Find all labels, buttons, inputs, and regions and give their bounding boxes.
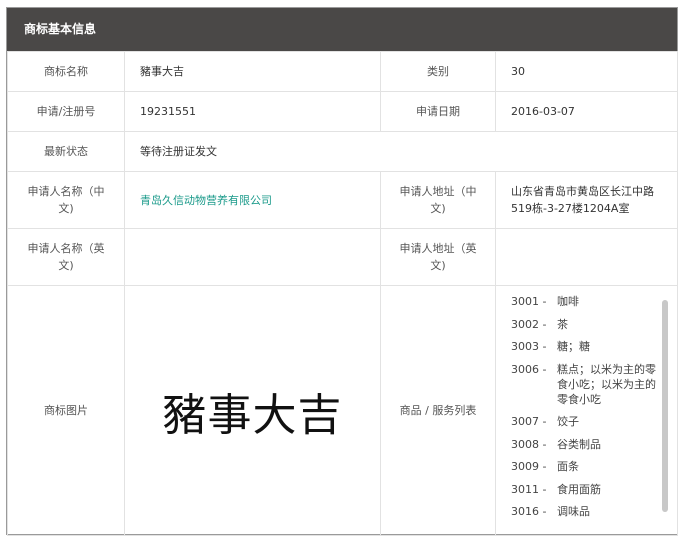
- list-item: 3002 - 茶: [511, 317, 657, 332]
- table-row: 商标名称 豬事大吉 类别 30: [7, 51, 678, 92]
- address-en-label-line2: 文): [430, 259, 446, 272]
- applicant-cn-label: 申请人名称（中 文): [7, 171, 125, 229]
- panel-title: 商标基本信息: [7, 8, 677, 51]
- address-en-value: [495, 228, 678, 286]
- status-value: 等待注册证发文: [124, 131, 678, 172]
- trademark-name-label: 商标名称: [7, 51, 125, 92]
- goods-code: 3008 -: [511, 437, 547, 451]
- trademark-info-table: 商标名称 豬事大吉 类别 30 申请/注册号 19231551 申请日期 201…: [7, 51, 678, 536]
- app-date-value: 2016-03-07: [495, 91, 678, 132]
- goods-name: 谷类制品: [557, 437, 601, 451]
- address-cn-value-line1: 山东省青岛市黄岛区长江中路: [511, 185, 654, 198]
- reg-no-value: 19231551: [124, 91, 381, 132]
- list-item: 3011 - 食用面筋: [511, 482, 657, 497]
- goods-code: 3001 -: [511, 295, 547, 308]
- trademark-image: 豬事大吉: [124, 285, 381, 536]
- list-item: 3003 - 糖；糖: [511, 339, 657, 354]
- list-item: 3001 - 咖啡: [511, 294, 657, 309]
- goods-code: 3009 -: [511, 460, 547, 473]
- scrollbar-thumb[interactable]: [662, 300, 668, 512]
- reg-no-label: 申请/注册号: [7, 91, 125, 132]
- applicant-en-label-line1: 申请人名称（英: [27, 242, 105, 255]
- goods-name: 咖啡: [557, 295, 579, 308]
- address-cn-label-line1: 申请人地址（中: [399, 185, 477, 198]
- applicant-cn-label-line2: 文): [58, 202, 74, 215]
- category-label: 类别: [380, 51, 496, 92]
- trademark-name-value: 豬事大吉: [124, 51, 381, 92]
- address-en-label-line1: 申请人地址（英: [399, 242, 477, 255]
- list-item: 3008 - 谷类制品: [511, 437, 657, 452]
- applicant-en-label-line2: 文): [58, 259, 74, 272]
- address-cn-value-line2: 519栋-3-27楼1204A室: [511, 202, 630, 215]
- table-row: 申请人名称（英 文) 申请人地址（英 文): [7, 228, 678, 286]
- goods-code: 3007 -: [511, 415, 547, 428]
- app-date-label: 申请日期: [380, 91, 496, 132]
- goods-name: 调味品: [557, 505, 590, 518]
- table-row: 最新状态 等待注册证发文: [7, 131, 678, 172]
- scrollbar-track[interactable]: [662, 300, 668, 512]
- address-cn-label: 申请人地址（中 文): [380, 171, 496, 229]
- trademark-image-text: 豬事大吉: [162, 389, 343, 441]
- list-item: 3006 - 糕点；以米为主的零食小吃；以米为主的零食小吃: [511, 362, 657, 407]
- goods-name: 糕点；以米为主的零食小吃；以米为主的零食小吃: [557, 362, 656, 406]
- goods-code: 3006 -: [511, 362, 547, 376]
- applicant-en-label: 申请人名称（英 文): [7, 228, 125, 286]
- address-cn-label-line2: 文): [430, 202, 446, 215]
- goods-name: 面条: [557, 460, 579, 473]
- address-en-label: 申请人地址（英 文): [380, 228, 496, 286]
- list-item: 3016 - 调味品: [511, 504, 657, 519]
- category-value: 30: [495, 51, 678, 92]
- address-cn-value: 山东省青岛市黄岛区长江中路 519栋-3-27楼1204A室: [495, 171, 678, 229]
- table-row: 商标图片 豬事大吉 商品 / 服务列表 3001 - 咖啡 3002 - 茶 3003 …: [7, 285, 678, 536]
- applicant-en-value: [124, 228, 381, 286]
- trademark-info-panel: 商标基本信息 商标名称 豬事大吉 类别 30 申请/注册号 19231551 申…: [6, 7, 678, 536]
- goods-name: 食用面筋: [557, 482, 601, 496]
- goods-code: 3003 -: [511, 340, 547, 353]
- goods-name: 糖；糖: [557, 340, 590, 353]
- goods-services-list-container[interactable]: 3001 - 咖啡 3002 - 茶 3003 - 糖；糖 3006 - 糕点；以米为主的零食…: [496, 286, 677, 535]
- list-item: 3007 - 饺子: [511, 414, 657, 429]
- table-row: 申请/注册号 19231551 申请日期 2016-03-07: [7, 91, 678, 132]
- goods-services-label: 商品 / 服务列表: [380, 285, 496, 536]
- goods-code: 3011 -: [511, 482, 547, 496]
- applicant-cn-link[interactable]: 青岛久信动物营养有限公司: [140, 194, 272, 207]
- goods-code: 3016 -: [511, 505, 547, 518]
- goods-name: 饺子: [557, 415, 579, 428]
- status-label: 最新状态: [7, 131, 125, 172]
- goods-code: 3002 -: [511, 317, 547, 331]
- applicant-cn-label-line1: 申请人名称（中: [27, 185, 105, 198]
- goods-name: 茶: [557, 317, 568, 331]
- goods-services-list: 3001 - 咖啡 3002 - 茶 3003 - 糖；糖 3006 - 糕点；以米为主的零食…: [511, 294, 657, 527]
- table-row: 申请人名称（中 文) 青岛久信动物营养有限公司 申请人地址（中 文) 山东省青岛…: [7, 171, 678, 229]
- trademark-image-label: 商标图片: [7, 285, 125, 536]
- list-item: 3009 - 面条: [511, 459, 657, 474]
- goods-services-cell: 3001 - 咖啡 3002 - 茶 3003 - 糖；糖 3006 - 糕点；以米为主的零食…: [495, 285, 678, 536]
